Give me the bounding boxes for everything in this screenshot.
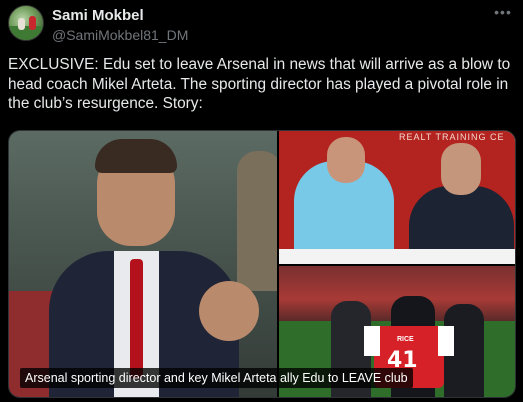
training-centre-sign: REALT TRAINING CE <box>399 132 505 142</box>
avatar[interactable] <box>8 5 44 41</box>
photo-arteta-edu-signing[interactable]: REALT TRAINING CE <box>279 131 515 264</box>
tweet-media[interactable]: REALT TRAINING CE RICE 41 <box>8 130 516 398</box>
photo-edu-applauding[interactable] <box>9 131 277 397</box>
tweet-text: EXCLUSIVE: Edu set to leave Arsenal in n… <box>8 56 511 112</box>
ellipsis-icon[interactable]: ••• <box>493 5 513 23</box>
tweet-header: Sami Mokbel @SamiMokbel81_DM ••• <box>8 5 515 47</box>
jersey-name: RICE <box>397 336 414 343</box>
author-name[interactable]: Sami Mokbel <box>52 7 144 24</box>
author-handle[interactable]: @SamiMokbel81_DM <box>52 27 188 43</box>
media-caption: Arsenal sporting director and key Mikel … <box>20 368 413 388</box>
